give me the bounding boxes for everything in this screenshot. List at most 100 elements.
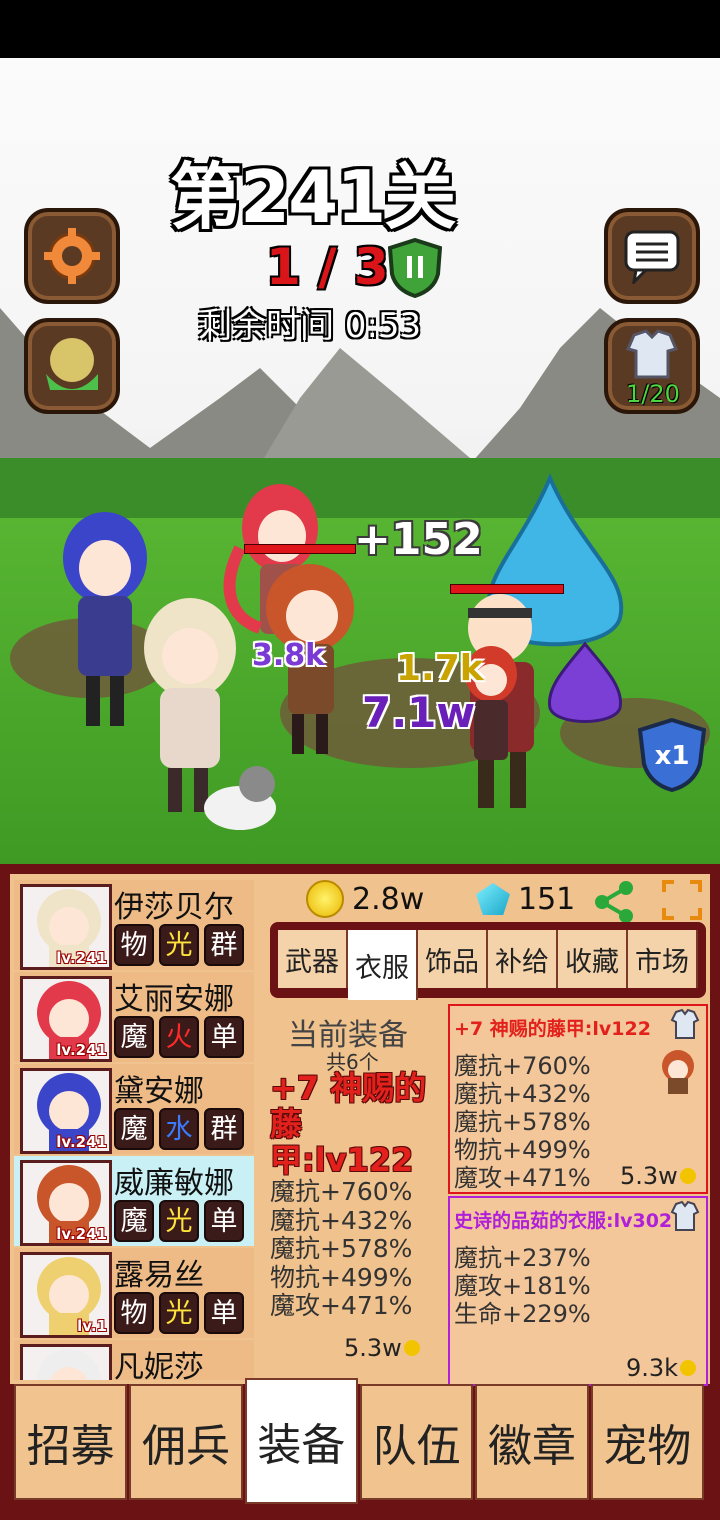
- hero-tag: 光: [159, 1200, 199, 1242]
- hero-tag: 单: [204, 1292, 244, 1334]
- bottom-navigation: 招募 佣兵 装备 队伍 徽章 宠物: [14, 1378, 706, 1506]
- card-title: +7 神赐的藤甲:lv122: [454, 1018, 651, 1040]
- nav-button[interactable]: 宠物: [590, 1384, 704, 1500]
- stage-title: 第241关: [170, 155, 456, 239]
- hero-list-item[interactable]: lv.1 露易丝物光单: [14, 1248, 254, 1338]
- armor-inventory-button[interactable]: 1/20: [604, 318, 700, 414]
- current-equipment-stats: 魔抗+760% 魔抗+432% 魔抗+578% 物抗+499% 魔攻+471%: [270, 1177, 413, 1321]
- hero-tag: 光: [159, 1292, 199, 1334]
- wave-counter: 1 / 3: [266, 238, 389, 296]
- hero-chat-icon: [46, 338, 98, 390]
- nav-button[interactable]: 招募: [14, 1384, 128, 1500]
- equipment-tab[interactable]: 武器: [278, 930, 348, 988]
- expand-icon[interactable]: [660, 878, 704, 922]
- gear-icon: [44, 228, 100, 284]
- purple-slime-enemy: [547, 641, 623, 723]
- speed-button[interactable]: x1: [638, 718, 706, 792]
- hero-name: 伊莎贝尔: [114, 890, 234, 925]
- card-stats: 魔抗+760% 魔抗+432% 魔抗+578% 物抗+499% 魔攻+471%: [454, 1052, 591, 1192]
- armor-icon: [670, 1008, 700, 1039]
- gold-amount: 2.8w: [352, 881, 425, 917]
- coin-icon: [679, 1168, 696, 1184]
- armor-count: 1/20: [626, 380, 680, 408]
- hero-tag: 魔: [114, 1016, 154, 1058]
- hero-tags: 魔光单: [114, 1200, 244, 1242]
- hero-portrait: lv.241: [20, 1160, 112, 1246]
- gem-balance: 151: [476, 878, 575, 920]
- stat-line: 魔攻+181%: [454, 1272, 591, 1300]
- damage-popup: 7.1w: [362, 688, 476, 737]
- equipment-card[interactable]: +7 神赐的藤甲:lv122 魔抗+760% 魔抗+432% 魔抗+578% 物抗+4…: [448, 1004, 708, 1194]
- hero-list-item[interactable]: lv.241 黛安娜魔水群: [14, 1064, 254, 1154]
- hero-list-item[interactable]: lv.241 艾丽安娜魔火单: [14, 972, 254, 1062]
- nav-button[interactable]: 徽章: [475, 1384, 589, 1500]
- current-equipment-price: 5.3w: [344, 1334, 420, 1362]
- hero-tag: 单: [204, 1016, 244, 1058]
- settings-button[interactable]: [24, 208, 120, 304]
- price-value: 9.3k: [626, 1354, 679, 1382]
- stat-line: 魔攻+471%: [270, 1291, 413, 1320]
- hero-tag: 单: [204, 1200, 244, 1242]
- armor-icon: [670, 1200, 700, 1231]
- hero-tag: 魔: [114, 1200, 154, 1242]
- hero-portrait: [20, 1344, 112, 1380]
- share-button[interactable]: [592, 880, 636, 924]
- nav-button[interactable]: 装备: [244, 1378, 358, 1504]
- coin-icon: [403, 1340, 420, 1356]
- hero-tag: 群: [204, 924, 244, 966]
- hero-level: lv.241: [56, 949, 107, 967]
- hero-tags: 魔火单: [114, 1016, 244, 1058]
- enemy-hp-bar: [244, 544, 356, 554]
- stat-line: 魔抗+760%: [454, 1052, 591, 1080]
- damage-popup: 3.8k: [252, 638, 326, 673]
- hero-level: lv.241: [56, 1041, 107, 1059]
- hero-tag: 群: [204, 1108, 244, 1150]
- hero-tag: 光: [159, 924, 199, 966]
- card-title: 史诗的品茹的衣服:lv302: [454, 1210, 673, 1232]
- gem-icon: [476, 883, 510, 915]
- gold-coin-icon: [306, 880, 344, 918]
- hero-name: 凡妮莎: [114, 1350, 204, 1380]
- message-button[interactable]: [604, 208, 700, 304]
- status-bar: [0, 0, 720, 58]
- hero-list-item[interactable]: lv.241 威廉敏娜魔光单: [14, 1156, 254, 1246]
- equipment-tab[interactable]: 饰品: [418, 930, 488, 988]
- hero-list-item[interactable]: lv.241 伊莎贝尔物光群: [14, 880, 254, 970]
- gold-balance: 2.8w: [306, 878, 424, 920]
- card-price: 9.3k: [626, 1354, 697, 1382]
- current-equipment-name: +7 神赐的藤甲:lv122: [270, 1069, 427, 1179]
- equipment-tab[interactable]: 收藏: [558, 930, 628, 988]
- hero-chat-button[interactable]: [24, 318, 120, 414]
- hero-portrait: lv.241: [20, 1068, 112, 1154]
- enemy-hp-bar: [450, 584, 564, 594]
- speed-label: x1: [655, 741, 690, 771]
- hero-tag: 物: [114, 924, 154, 966]
- equipment-tab[interactable]: 市场: [628, 930, 698, 988]
- price-value: 5.3w: [620, 1162, 678, 1190]
- hero-tag: 魔: [114, 1108, 154, 1150]
- stat-line: 生命+229%: [454, 1300, 591, 1328]
- hero-tag: 水: [159, 1108, 199, 1150]
- hero-name: 艾丽安娜: [114, 982, 234, 1017]
- nav-button[interactable]: 佣兵: [129, 1384, 243, 1500]
- card-stats: 魔抗+237% 魔攻+181% 生命+229%: [454, 1244, 591, 1328]
- stat-line: 物抗+499%: [454, 1136, 591, 1164]
- equipment-tab[interactable]: 补给: [488, 930, 558, 988]
- hero-tags: 魔水群: [114, 1108, 244, 1150]
- equipment-tab[interactable]: 衣服: [348, 930, 418, 1000]
- hero-name: 露易丝: [114, 1258, 204, 1293]
- pause-button[interactable]: [388, 238, 442, 298]
- nav-button[interactable]: 队伍: [359, 1384, 474, 1500]
- hero-list-item[interactable]: 凡妮莎: [14, 1340, 254, 1380]
- stat-line: 魔抗+578%: [454, 1108, 591, 1136]
- hero-portrait: lv.241: [20, 976, 112, 1062]
- hero-portrait: lv.241: [20, 884, 112, 970]
- stat-line: 魔抗+237%: [454, 1244, 591, 1272]
- stat-line: 物抗+499%: [270, 1262, 413, 1292]
- equipment-card[interactable]: 史诗的品茹的衣服:lv302 魔抗+237% 魔攻+181% 生命+229% 9.3…: [448, 1196, 708, 1386]
- hero-name: 黛安娜: [114, 1074, 204, 1109]
- hero-list[interactable]: lv.241 伊莎贝尔物光群 lv.241 艾丽安娜魔火单 lv.241 黛安娜魔水群 lv…: [14, 880, 260, 1380]
- stat-line: 魔抗+432%: [454, 1080, 591, 1108]
- hero-name: 威廉敏娜: [114, 1166, 234, 1201]
- stat-line: 魔抗+578%: [270, 1234, 413, 1263]
